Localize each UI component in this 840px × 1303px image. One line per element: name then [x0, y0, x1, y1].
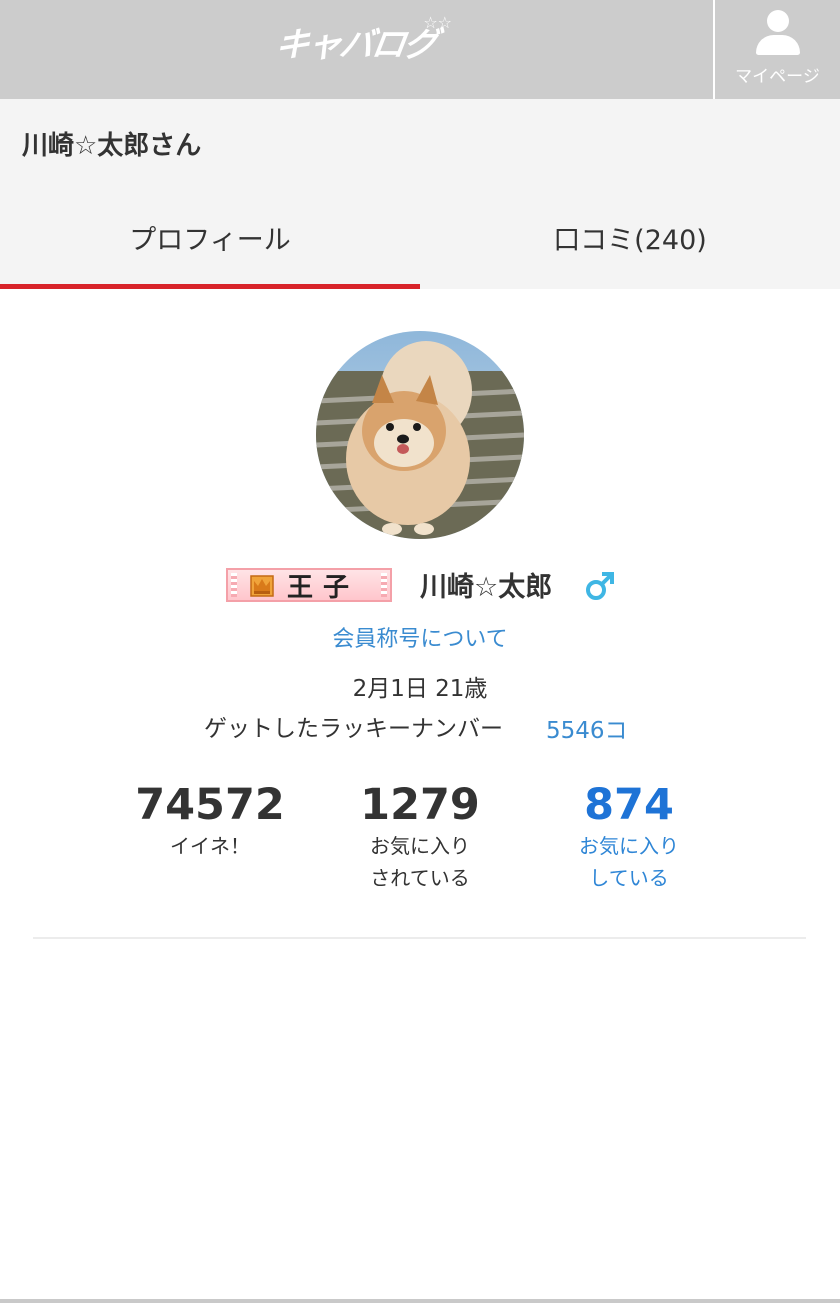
stat-favorited-by-label-2: されている: [370, 866, 470, 890]
logo-text: キャバログ: [272, 24, 439, 65]
person-icon: [755, 10, 800, 60]
profile-tabs: プロフィール 口コミ(240): [0, 185, 840, 289]
app-logo[interactable]: キャバログ ☆☆: [262, 13, 452, 65]
tab-reviews[interactable]: 口コミ(240): [420, 185, 840, 289]
stat-favoriting[interactable]: 874 お気に入り している: [509, 780, 749, 894]
mypage-button[interactable]: マイページ: [713, 0, 840, 99]
user-title-bar: 川崎☆太郎さん: [0, 99, 840, 185]
stat-favorited-by-label-1: お気に入り: [370, 834, 470, 858]
bottom-edge: [0, 1299, 840, 1303]
name-row: 王子 川崎☆太郎: [0, 565, 840, 605]
avatar: [316, 331, 524, 539]
lucky-number-label: ゲットしたラッキーナンバー: [204, 716, 503, 742]
stat-favoriting-value[interactable]: 874: [509, 780, 749, 830]
rank-badge: 王子: [226, 568, 392, 603]
display-name: 川崎☆太郎: [420, 572, 553, 603]
mypage-label: マイページ: [735, 67, 820, 87]
divider: [33, 937, 806, 939]
tab-profile[interactable]: プロフィール: [0, 185, 420, 289]
birthday-age: 2月1日 21歳: [352, 676, 488, 702]
rank-label: 王子: [286, 572, 359, 603]
stat-likes-label: イイネ！: [170, 834, 250, 858]
app-header: キャバログ ☆☆ マイページ: [0, 0, 840, 99]
crown-icon: [250, 575, 274, 597]
stat-favorited-by-value: 1279: [360, 780, 480, 830]
lucky-number-count[interactable]: 5546コ: [546, 711, 628, 745]
stat-favorited-by: 1279 お気に入り されている: [300, 780, 540, 894]
male-icon: [586, 572, 614, 600]
stat-likes-value: 74572: [135, 780, 285, 830]
stat-likes: 74572 イイネ！: [90, 780, 330, 862]
page-title: 川崎☆太郎さん: [22, 131, 202, 161]
stat-favoriting-label-2[interactable]: している: [509, 862, 749, 894]
logo-stars: ☆☆: [423, 13, 452, 32]
stat-favoriting-label-1[interactable]: お気に入り: [509, 830, 749, 862]
profile-page: キャバログ ☆☆ マイページ 川崎☆太郎さん プロフィール 口コミ(240) 王…: [0, 0, 840, 1303]
member-title-link[interactable]: 会員称号について: [0, 621, 840, 653]
